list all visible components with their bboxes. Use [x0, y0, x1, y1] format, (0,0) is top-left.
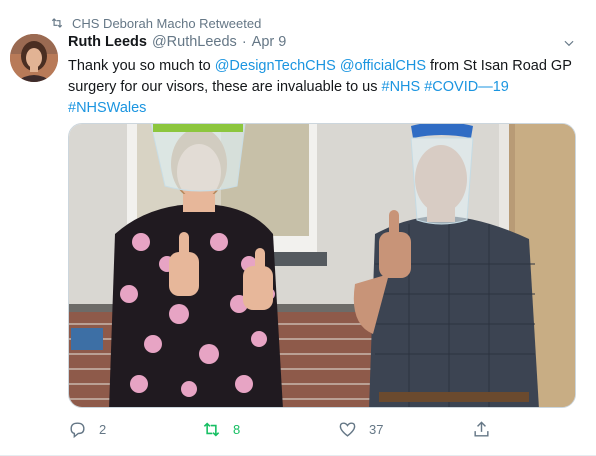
chevron-down-icon[interactable]: [562, 36, 576, 50]
header-separator: ·: [241, 34, 247, 50]
author-handle[interactable]: @RuthLeeds: [152, 34, 237, 50]
hashtag-covid19[interactable]: #COVID—19: [424, 79, 509, 95]
like-count: 37: [369, 421, 384, 437]
reply-icon: [70, 421, 85, 438]
reply-count: 2: [99, 421, 107, 437]
retweet-context: CHS Deborah Macho Retweeted: [50, 14, 261, 32]
retweet-button[interactable]: 8: [202, 418, 240, 440]
tweet-header: Ruth Leeds @RuthLeeds · Apr 9: [68, 34, 286, 50]
tweet-text: Thank you so much to @DesignTechCHS @off…: [68, 56, 580, 119]
retweet-icon: [51, 18, 63, 28]
retweet-count: 8: [233, 421, 241, 437]
tweet-date[interactable]: Apr 9: [252, 34, 287, 50]
heart-icon: [339, 421, 356, 437]
avatar[interactable]: [10, 34, 58, 82]
mention-officialchs[interactable]: @officialCHS: [340, 58, 426, 74]
hashtag-nhs[interactable]: #NHS: [382, 79, 421, 95]
reply-button[interactable]: 2: [68, 418, 106, 440]
tweet-text-part: Thank you so much to: [68, 58, 215, 74]
tweet[interactable]: CHS Deborah Macho Retweeted Ruth Leeds @…: [0, 0, 596, 456]
share-button[interactable]: [472, 418, 503, 440]
author-name[interactable]: Ruth Leeds: [68, 34, 147, 50]
retweet-icon: [203, 421, 220, 437]
mention-designtechchs[interactable]: @DesignTechCHS: [215, 58, 336, 74]
tweet-actions: 2 8 37: [68, 418, 508, 440]
tweet-photo[interactable]: [68, 123, 576, 408]
share-icon: [474, 420, 489, 437]
retweet-context-label: CHS Deborah Macho Retweeted: [72, 15, 262, 31]
like-button[interactable]: 37: [338, 418, 383, 440]
hashtag-nhswales[interactable]: #NHSWales: [68, 100, 146, 116]
